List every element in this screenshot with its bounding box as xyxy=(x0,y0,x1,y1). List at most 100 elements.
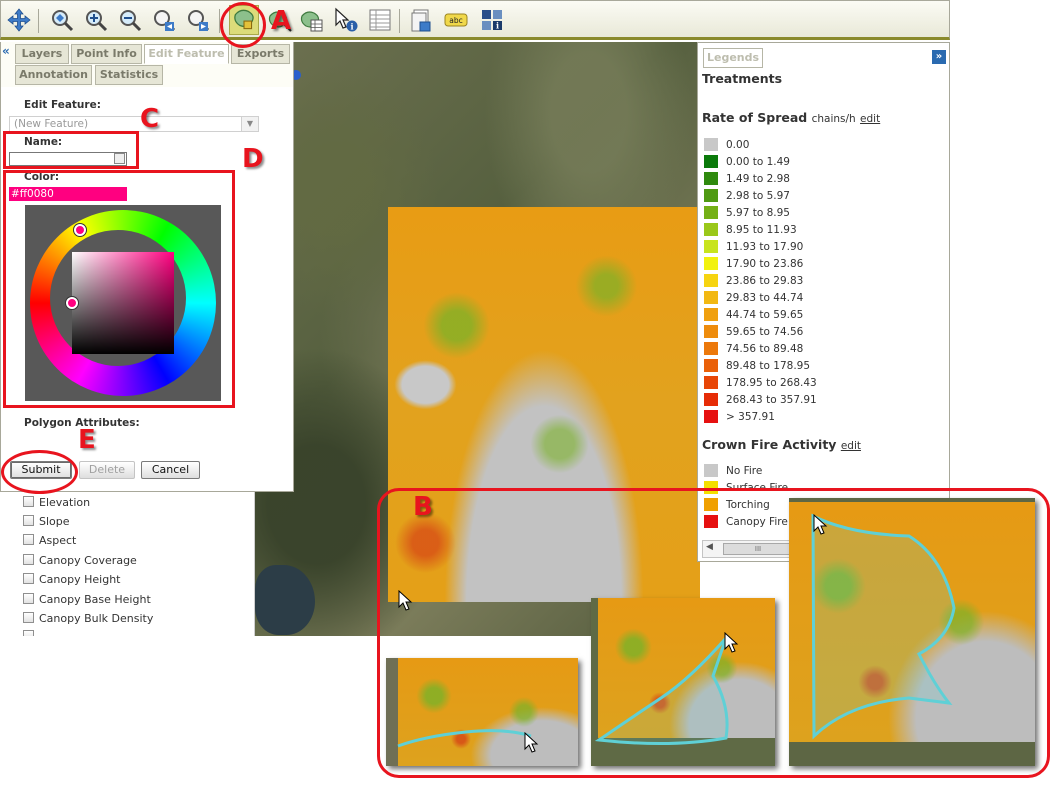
zoom-full-extent-icon[interactable] xyxy=(49,7,75,33)
tab-statistics[interactable]: Statistics xyxy=(95,65,163,85)
label-icon[interactable]: abc xyxy=(443,7,469,33)
panel-tabstrip: « Layers Point Info Edit Feature Exports… xyxy=(1,42,293,87)
tab-layers[interactable]: Layers xyxy=(15,44,69,64)
layer-item-canopy-bulk-density[interactable]: Canopy Bulk Density xyxy=(23,612,153,628)
ros-legend-item: 0.00 to 1.49 xyxy=(704,155,790,169)
layer-item-canopy-base-height[interactable]: Canopy Base Height xyxy=(23,593,151,609)
delete-button[interactable]: Delete xyxy=(79,461,135,479)
zoom-out-icon[interactable] xyxy=(117,7,143,33)
ros-legend-item: 8.95 to 11.93 xyxy=(704,223,797,237)
attribute-table-icon[interactable] xyxy=(367,7,393,33)
layer-label: Canopy Height xyxy=(39,573,121,586)
legend-swatch xyxy=(704,240,718,253)
layer-item-partial[interactable] xyxy=(23,630,39,636)
ros-legend-item: 5.97 to 8.95 xyxy=(704,206,790,220)
layer-item-canopy-coverage[interactable]: Canopy Coverage xyxy=(23,554,137,570)
checkbox[interactable] xyxy=(23,593,34,604)
annotation-circle-a xyxy=(220,2,266,48)
layer-item-canopy-height[interactable]: Canopy Height xyxy=(23,573,120,589)
layer-label: Canopy Coverage xyxy=(39,554,137,567)
legend-swatch xyxy=(704,223,718,236)
ros-units: chains/h xyxy=(811,113,856,125)
tab-annotation[interactable]: Annotation xyxy=(15,65,92,85)
legend-swatch xyxy=(704,274,718,287)
legend-swatch xyxy=(704,342,718,355)
legend-swatch xyxy=(704,464,718,477)
print-icon[interactable] xyxy=(409,7,435,33)
cfa-title-row: Crown Fire Activity edit xyxy=(702,437,861,452)
identify-icon[interactable]: i xyxy=(333,7,359,33)
annotation-label-a: A xyxy=(271,6,292,36)
checkbox[interactable] xyxy=(23,554,34,565)
annotation-label-c: C xyxy=(140,104,160,134)
zoom-in-icon[interactable] xyxy=(83,7,109,33)
legend-label: 59.65 to 74.56 xyxy=(726,326,804,338)
polygon-table-icon[interactable] xyxy=(299,7,325,33)
map-lake xyxy=(255,565,315,635)
annotation-box-b xyxy=(377,488,1050,778)
edit-feature-label: Edit Feature: xyxy=(24,99,101,111)
layer-label: Aspect xyxy=(39,534,77,547)
annotation-label-e: E xyxy=(78,425,96,455)
panel-collapse-button[interactable]: « xyxy=(2,44,10,58)
zoom-next-icon[interactable] xyxy=(185,7,211,33)
layer-item-elevation[interactable]: Elevation xyxy=(23,496,90,512)
ros-legend-item: > 357.91 xyxy=(704,410,775,424)
checkbox[interactable] xyxy=(23,573,34,584)
checkbox[interactable] xyxy=(23,630,34,636)
cancel-button[interactable]: Cancel xyxy=(141,461,200,479)
legend-collapse-button[interactable]: » xyxy=(932,50,946,64)
legend-label: 2.98 to 5.97 xyxy=(726,190,790,202)
ros-title: Rate of Spread xyxy=(702,110,808,125)
annotation-circle-e xyxy=(1,450,78,494)
pan-icon[interactable] xyxy=(6,7,32,33)
legend-swatch xyxy=(704,172,718,185)
ros-legend-item: 0.00 xyxy=(704,138,749,152)
legend-swatch xyxy=(704,206,718,219)
checkbox[interactable] xyxy=(23,534,34,545)
cfa-legend-item: No Fire xyxy=(704,464,762,478)
legend-label: 11.93 to 17.90 xyxy=(726,241,804,253)
ros-legend-item: 17.90 to 23.86 xyxy=(704,257,803,271)
legend-swatch xyxy=(704,308,718,321)
cfa-edit-link[interactable]: edit xyxy=(841,440,861,452)
legend-label: 0.00 to 1.49 xyxy=(726,156,790,168)
legend-label: 23.86 to 29.83 xyxy=(726,275,804,287)
ros-edit-link[interactable]: edit xyxy=(860,113,880,125)
tab-point-info[interactable]: Point Info xyxy=(71,44,142,64)
annotation-label-b: B xyxy=(413,492,433,522)
layer-label: Canopy Base Height xyxy=(39,593,151,606)
ros-legend-item: 1.49 to 2.98 xyxy=(704,172,790,186)
legend-swatch xyxy=(704,393,718,406)
chevron-down-icon[interactable]: ▼ xyxy=(241,117,258,131)
info-icon[interactable]: i xyxy=(479,7,505,33)
checkbox[interactable] xyxy=(23,612,34,623)
tab-legends[interactable]: Legends xyxy=(703,48,763,68)
ros-legend-item: 268.43 to 357.91 xyxy=(704,393,817,407)
ros-title-row: Rate of Spread chains/h edit xyxy=(702,110,880,125)
ros-legend-item: 2.98 to 5.97 xyxy=(704,189,790,203)
annotation-box-d xyxy=(3,170,235,408)
layer-item-aspect[interactable]: Aspect xyxy=(23,534,76,550)
ros-legend-item: 11.93 to 17.90 xyxy=(704,240,803,254)
checkbox[interactable] xyxy=(23,515,34,526)
legend-label: 74.56 to 89.48 xyxy=(726,343,804,355)
legend-swatch xyxy=(704,257,718,270)
zoom-previous-icon[interactable] xyxy=(151,7,177,33)
ros-legend-item: 74.56 to 89.48 xyxy=(704,342,803,356)
legend-label: 44.74 to 59.65 xyxy=(726,309,804,321)
svg-text:i: i xyxy=(350,22,353,32)
layer-item-slope[interactable]: Slope xyxy=(23,515,70,531)
tab-edit-feature[interactable]: Edit Feature xyxy=(144,44,229,64)
checkbox[interactable] xyxy=(23,496,34,507)
legend-label: 178.95 to 268.43 xyxy=(726,377,817,389)
legend-label: 8.95 to 11.93 xyxy=(726,224,797,236)
annotation-label-d: D xyxy=(242,144,264,174)
legend-swatch xyxy=(704,138,718,151)
legend-swatch xyxy=(704,189,718,202)
feature-select[interactable]: (New Feature) xyxy=(9,116,259,132)
ros-legend-item: 29.83 to 44.74 xyxy=(704,291,803,305)
legend-swatch xyxy=(704,359,718,372)
ros-legend-item: 59.65 to 74.56 xyxy=(704,325,803,339)
legend-label: > 357.91 xyxy=(726,411,775,423)
